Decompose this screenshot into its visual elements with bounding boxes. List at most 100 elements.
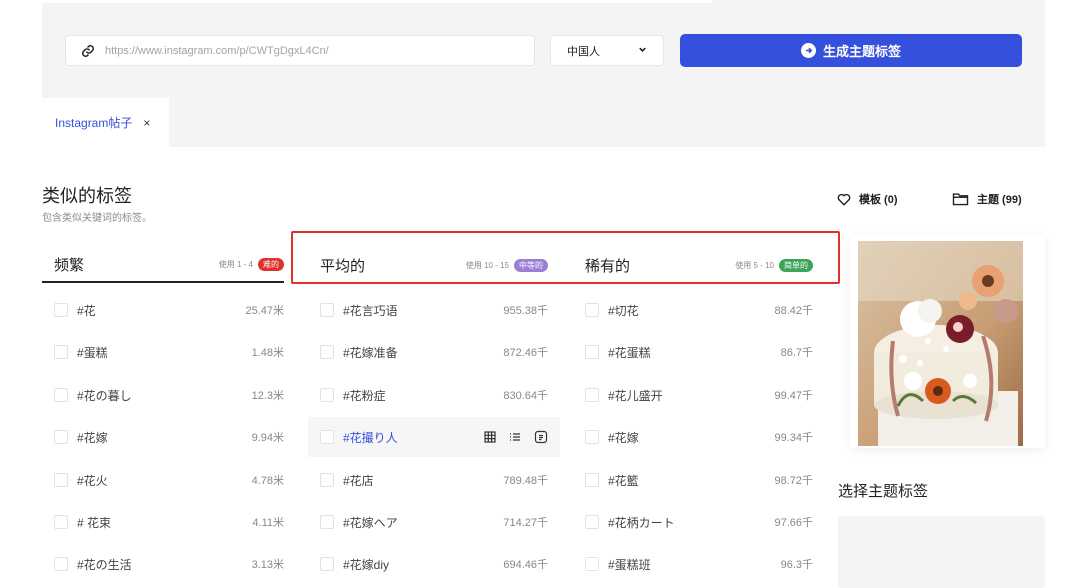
generate-hashtags-label: 生成主题标签 xyxy=(822,44,901,59)
list-item[interactable]: #花籃 98.72千 xyxy=(573,462,813,498)
list-item[interactable]: #花嫁diy 694.46千 xyxy=(308,546,548,582)
panel-divider xyxy=(42,0,712,3)
post-image xyxy=(858,241,1023,446)
list-item[interactable]: #花 25.47米 xyxy=(42,292,284,328)
list-item[interactable]: #花儿盛开 99.47千 xyxy=(573,377,813,413)
hashtag-count: 3.13米 xyxy=(251,559,284,571)
highlight-frame xyxy=(291,231,840,284)
chevron-down-icon xyxy=(638,45,647,57)
folder-icon xyxy=(952,193,969,206)
row-checkbox[interactable] xyxy=(585,473,599,487)
row-checkbox[interactable] xyxy=(320,303,334,317)
list-item[interactable]: #花の生活 3.13米 xyxy=(42,546,284,582)
hashtag-label: #花嫁ヘア xyxy=(343,515,398,530)
hashtag-count: 4.78米 xyxy=(251,475,284,487)
hashtag-count: 96.3千 xyxy=(780,559,813,571)
usage-range: 使用 1 - 4 xyxy=(218,259,253,269)
hashtag-count: 830.64千 xyxy=(503,390,548,402)
list-item[interactable]: #花嫁ヘア 714.27千 xyxy=(308,504,548,540)
hashtag-count: 97.66千 xyxy=(774,517,813,529)
language-select-value: 中国人 xyxy=(567,45,600,58)
list-item[interactable]: #花言巧语 955.38千 xyxy=(308,292,548,328)
select-theme-title: 选择主题标签 xyxy=(838,483,929,500)
hashtag-label: #蛋糕 xyxy=(77,345,108,360)
list-item[interactable]: # 花束 4.11米 xyxy=(42,504,284,540)
row-checkbox[interactable] xyxy=(585,345,599,359)
list-item[interactable]: #花店 789.48千 xyxy=(308,462,548,498)
column-header-frequent[interactable]: 频繁 使用 1 - 4 难的 xyxy=(42,247,284,283)
list-item[interactable]: #切花 88.42千 xyxy=(573,292,813,328)
row-checkbox[interactable] xyxy=(320,388,334,402)
list-item-hovered[interactable]: #花撮り人 xyxy=(308,417,560,457)
hashtag-count: 99.34千 xyxy=(774,432,813,444)
hashtag-label: #花 xyxy=(77,303,96,318)
hashtag-count: 4.11米 xyxy=(252,517,284,529)
row-checkbox[interactable] xyxy=(585,388,599,402)
row-checkbox[interactable] xyxy=(320,515,334,529)
heart-icon xyxy=(837,193,851,206)
hashtag-label: #花嫁 xyxy=(608,430,639,445)
row-checkbox[interactable] xyxy=(54,515,68,529)
url-input[interactable] xyxy=(105,44,505,57)
url-field[interactable] xyxy=(65,35,535,66)
hashtag-count: 12.3米 xyxy=(251,390,284,402)
row-checkbox[interactable] xyxy=(54,388,68,402)
tab-instagram-post[interactable]: Instagram帖子 × xyxy=(42,98,169,147)
hashtag-label: #花火 xyxy=(77,473,108,488)
hashtag-count: 789.48千 xyxy=(503,475,548,487)
list-item[interactable]: #花嫁 9.94米 xyxy=(42,419,284,455)
generate-hashtags-button[interactable]: 生成主题标签 xyxy=(680,34,1022,67)
row-checkbox[interactable] xyxy=(54,557,68,571)
hashtag-count: 872.46千 xyxy=(503,347,548,359)
row-checkbox[interactable] xyxy=(54,430,68,444)
tab-label: Instagram帖子 xyxy=(55,116,133,130)
hashtag-count: 99.47千 xyxy=(774,390,813,402)
row-checkbox[interactable] xyxy=(585,303,599,317)
row-checkbox[interactable] xyxy=(320,430,334,444)
list-item[interactable]: #花火 4.78米 xyxy=(42,462,284,498)
row-checkbox[interactable] xyxy=(585,430,599,444)
hashtag-count: 25.47米 xyxy=(245,305,284,317)
language-select[interactable]: 中国人 xyxy=(550,35,664,66)
list-item[interactable]: #蛋糕 1.48米 xyxy=(42,334,284,370)
hashtag-count: 9.94米 xyxy=(251,432,284,444)
hashtag-count: 694.46千 xyxy=(503,559,548,571)
hashtag-label: #蛋糕班 xyxy=(608,557,651,572)
list-item[interactable]: #花嫁 99.34千 xyxy=(573,419,813,455)
row-checkbox[interactable] xyxy=(54,345,68,359)
hashtag-label: #花の暮し xyxy=(77,388,132,403)
row-checkbox[interactable] xyxy=(320,473,334,487)
grid-icon[interactable] xyxy=(484,431,496,443)
list-item[interactable]: #花の暮し 12.3米 xyxy=(42,377,284,413)
arrow-right-circle-icon xyxy=(800,43,816,58)
row-checkbox[interactable] xyxy=(320,345,334,359)
list-item[interactable]: #花蛋糕 86.7千 xyxy=(573,334,813,370)
copy-icon[interactable] xyxy=(534,430,548,444)
hashtag-label: #花嫁准备 xyxy=(343,345,398,360)
hashtag-label: #花柄カート xyxy=(608,515,675,530)
hashtag-label: #花の生活 xyxy=(77,557,132,572)
row-checkbox[interactable] xyxy=(54,303,68,317)
hashtag-label: #花撮り人 xyxy=(343,430,398,445)
list-item[interactable]: #花柄カート 97.66千 xyxy=(573,504,813,540)
row-checkbox[interactable] xyxy=(54,473,68,487)
row-checkbox[interactable] xyxy=(320,557,334,571)
close-icon[interactable]: × xyxy=(143,116,150,130)
list-item[interactable]: #花嫁准备 872.46千 xyxy=(308,334,548,370)
templates-button[interactable]: 模板 (0) xyxy=(837,191,898,207)
theme-tags-panel xyxy=(838,516,1045,588)
row-checkbox[interactable] xyxy=(585,557,599,571)
row-checkbox[interactable] xyxy=(585,515,599,529)
section-title: 类似的标签 xyxy=(42,186,132,206)
hashtag-label: #花店 xyxy=(343,473,374,488)
link-icon xyxy=(81,43,97,59)
templates-label: 模板 (0) xyxy=(859,194,898,206)
hashtag-label: #花蛋糕 xyxy=(608,345,651,360)
themes-label: 主题 (99) xyxy=(977,194,1022,206)
hashtag-label: #花言巧语 xyxy=(343,303,398,318)
list-item[interactable]: #蛋糕班 96.3千 xyxy=(573,546,813,582)
list-item[interactable]: #花粉症 830.64千 xyxy=(308,377,548,413)
list-icon[interactable] xyxy=(509,431,521,443)
column-name: 频繁 xyxy=(54,256,85,274)
themes-button[interactable]: 主题 (99) xyxy=(952,191,1022,207)
